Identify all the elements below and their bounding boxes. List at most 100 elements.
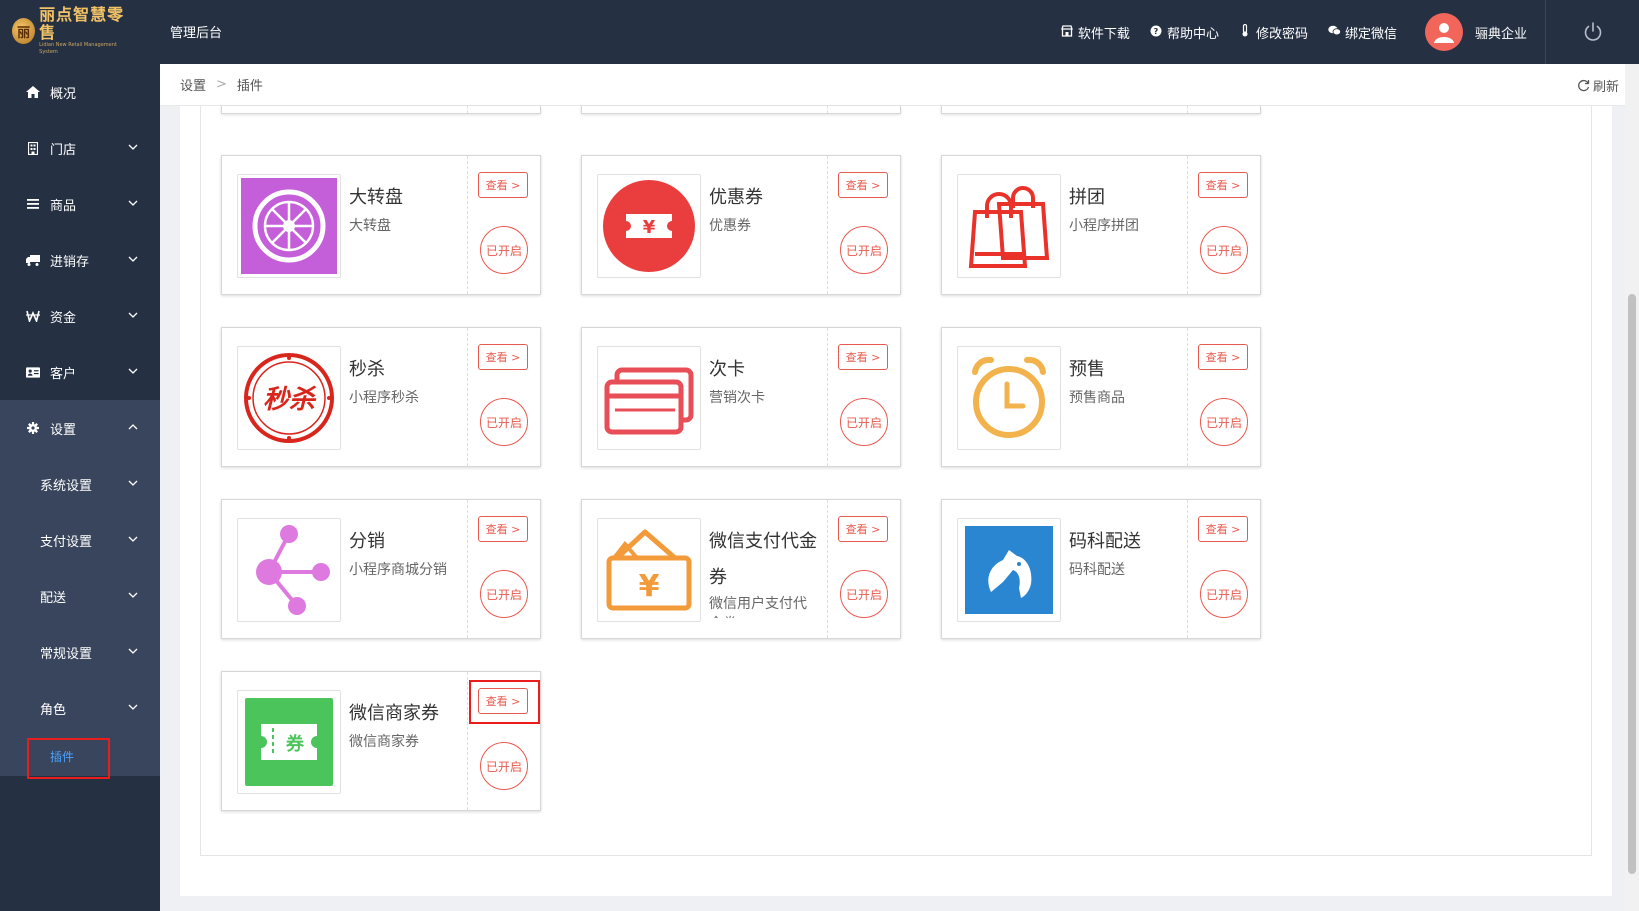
chevron-right-icon: > bbox=[1227, 178, 1241, 192]
plugin-card: 分销 小程序商城分销 查看 > 已开启 bbox=[221, 499, 541, 639]
bind-wechat-link[interactable]: 绑定微信 bbox=[1328, 23, 1397, 42]
sidebar-item-payment-settings[interactable]: 支付设置 bbox=[0, 512, 160, 568]
thermometer-icon bbox=[1239, 23, 1252, 40]
plugin-description: 微信商家券 bbox=[349, 734, 419, 750]
sidebar-item-roles[interactable]: 角色 bbox=[0, 680, 160, 736]
user-avatar[interactable] bbox=[1424, 13, 1463, 51]
enabled-button[interactable]: 已开启 bbox=[480, 570, 528, 618]
sidebar-item-label: 进销存 bbox=[50, 254, 90, 270]
highlight-box bbox=[27, 738, 110, 779]
card-divider bbox=[467, 156, 468, 294]
sidebar-item-overview[interactable]: 概况 bbox=[0, 64, 160, 120]
page-scrollbar[interactable] bbox=[1625, 64, 1639, 911]
view-button[interactable]: 查看 > bbox=[478, 172, 528, 198]
sidebar-item-label: 客户 bbox=[50, 366, 77, 382]
wallet-icon: ¥ bbox=[606, 529, 692, 611]
card-divider bbox=[1187, 500, 1188, 638]
scrollbar-thumb[interactable] bbox=[1628, 294, 1636, 874]
alarm-clock-icon bbox=[972, 356, 1046, 438]
view-button[interactable]: 查看 > bbox=[838, 344, 888, 370]
refresh-icon bbox=[1578, 79, 1590, 92]
plugin-card: ¥ 微信支付代金券 微信用户支付代金券 查看 > 已开启 bbox=[581, 499, 901, 639]
sidebar-item-label: 商品 bbox=[50, 198, 77, 214]
sidebar-item-plugins[interactable]: 插件 bbox=[0, 736, 160, 779]
view-button[interactable]: 查看 > bbox=[838, 516, 888, 542]
enabled-button[interactable]: 已开启 bbox=[840, 226, 888, 274]
enabled-button[interactable]: 已开启 bbox=[1200, 570, 1248, 618]
logout-button[interactable] bbox=[1545, 0, 1639, 64]
view-label: 查看 bbox=[845, 179, 868, 192]
enabled-button[interactable]: 已开启 bbox=[1200, 398, 1248, 446]
chevron-down-icon bbox=[128, 648, 138, 654]
horse-icon bbox=[965, 526, 1053, 614]
enabled-button[interactable]: 已开启 bbox=[480, 742, 528, 790]
chevron-right-icon: > bbox=[867, 522, 881, 536]
card-divider bbox=[467, 672, 468, 810]
plugin-name: 优惠券 bbox=[709, 187, 763, 208]
view-button[interactable]: 查看 > bbox=[478, 516, 528, 542]
breadcrumb: 设置 > 插件 刷新 bbox=[160, 64, 1639, 106]
sidebar-item-store[interactable]: 门店 bbox=[0, 120, 160, 176]
view-label: 查看 bbox=[1205, 179, 1228, 192]
help-center-label: 帮助中心 bbox=[1166, 26, 1219, 42]
software-download-link[interactable]: 软件下载 bbox=[1061, 23, 1130, 42]
plugin-panel: 大转盘 大转盘 查看 > 已开启 ¥ 优惠券 优惠券 查看 > 已开启 拼团 小… bbox=[200, 106, 1592, 856]
change-password-link[interactable]: 修改密码 bbox=[1239, 23, 1308, 42]
enabled-button[interactable]: 已开启 bbox=[480, 398, 528, 446]
gear-icon bbox=[26, 422, 40, 434]
view-button[interactable]: 查看 > bbox=[1198, 344, 1248, 370]
help-center-link[interactable]: ? 帮助中心 bbox=[1150, 23, 1219, 42]
view-button[interactable]: 查看 > bbox=[1198, 516, 1248, 542]
card-divider bbox=[467, 500, 468, 638]
sidebar-item-inventory[interactable]: 进销存 bbox=[0, 232, 160, 288]
plugin-name: 大转盘 bbox=[349, 187, 403, 208]
top-links: 软件下载 ? 帮助中心 修改密码 绑定微信 骊典企业 bbox=[1061, 0, 1639, 64]
sidebar-item-general-settings[interactable]: 常规设置 bbox=[0, 624, 160, 680]
brand-name: 丽点智慧零售 bbox=[39, 5, 125, 42]
enabled-label: 已开启 bbox=[1205, 587, 1242, 602]
view-label: 查看 bbox=[485, 179, 508, 192]
chevron-down-icon bbox=[128, 200, 138, 206]
plugin-description: 大转盘 bbox=[349, 218, 391, 234]
user-name[interactable]: 骊典企业 bbox=[1475, 23, 1527, 42]
plugin-thumbnail bbox=[597, 346, 701, 450]
sidebar-item-system-settings[interactable]: 系统设置 bbox=[0, 456, 160, 512]
home-icon bbox=[26, 86, 40, 98]
enabled-button[interactable]: 已开启 bbox=[1200, 226, 1248, 274]
card-divider bbox=[467, 328, 468, 466]
store-icon bbox=[26, 141, 40, 155]
enabled-button[interactable]: 已开启 bbox=[480, 226, 528, 274]
chevron-right-icon: > bbox=[507, 350, 521, 364]
svg-text:¥: ¥ bbox=[639, 569, 660, 604]
refresh-button[interactable]: 刷新 bbox=[1577, 76, 1619, 95]
sidebar-item-goods[interactable]: 商品 bbox=[0, 176, 160, 232]
plugin-name: 分销 bbox=[349, 531, 385, 552]
plugin-description: 小程序秒杀 bbox=[349, 390, 419, 406]
chevron-down-icon bbox=[128, 704, 138, 710]
card-divider bbox=[827, 156, 828, 294]
sidebar: 概况 门店 商品 进销存 资金 客户 设置 系统设置 支付设置 配送 常规设置 … bbox=[0, 64, 160, 911]
plugin-name: 次卡 bbox=[709, 359, 745, 380]
sidebar-item-settings[interactable]: 设置 bbox=[0, 400, 160, 456]
software-download-label: 软件下载 bbox=[1077, 26, 1130, 42]
logo-mark-icon: 丽 bbox=[12, 18, 36, 44]
breadcrumb-item-plugins: 插件 bbox=[236, 79, 263, 94]
enabled-button[interactable]: 已开启 bbox=[840, 570, 888, 618]
plugin-card-partial bbox=[221, 106, 541, 114]
sidebar-item-label: 系统设置 bbox=[40, 478, 93, 494]
chevron-right-icon: > bbox=[867, 350, 881, 364]
brand-logo[interactable]: 丽 丽点智慧零售 Lidian New Retail Management Sy… bbox=[12, 6, 130, 55]
enabled-label: 已开启 bbox=[485, 415, 522, 430]
view-button[interactable]: 查看 > bbox=[838, 172, 888, 198]
view-button[interactable]: 查看 > bbox=[1198, 172, 1248, 198]
flash-sale-icon: 秒杀 bbox=[244, 353, 334, 443]
sidebar-item-customer[interactable]: 客户 bbox=[0, 344, 160, 400]
sidebar-item-funds[interactable]: 资金 bbox=[0, 288, 160, 344]
breadcrumb-item-settings[interactable]: 设置 bbox=[180, 75, 206, 94]
view-button[interactable]: 查看 > bbox=[478, 344, 528, 370]
plugin-description: 小程序商城分销 bbox=[349, 562, 447, 578]
sidebar-item-delivery[interactable]: 配送 bbox=[0, 568, 160, 624]
sidebar-item-label: 常规设置 bbox=[40, 646, 93, 662]
chevron-right-icon: > bbox=[507, 178, 521, 192]
enabled-button[interactable]: 已开启 bbox=[840, 398, 888, 446]
